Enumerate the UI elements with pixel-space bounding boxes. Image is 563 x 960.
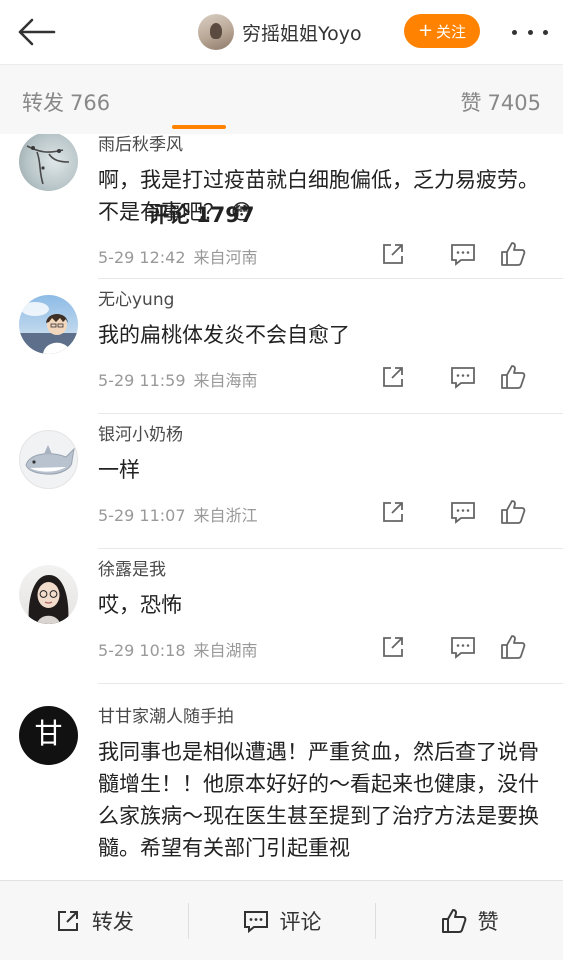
comment-item: 甘 甘甘家潮人随手拍 我同事也是相似遭遇！严重贫血，然后查了说骨髓增生！！他原本… — [0, 684, 563, 880]
like-button[interactable] — [499, 363, 527, 391]
tab-repost-label: 转发 — [22, 91, 64, 115]
commenter-avatar[interactable] — [19, 565, 78, 624]
commenter-avatar[interactable] — [19, 430, 78, 489]
commenter-avatar[interactable]: 甘 — [19, 706, 78, 765]
anime-boy-icon — [19, 302, 78, 354]
comment-icon — [451, 367, 475, 389]
commenter-avatar[interactable] — [19, 134, 78, 191]
comment-icon — [243, 910, 268, 933]
comment-time: 5-29 10:18 — [98, 641, 186, 660]
comment-meta: 5-29 11:07 来自浙江 — [98, 494, 545, 534]
comment-list[interactable]: 雨后秋季风 啊，我是打过疫苗就白细胞偏低，乏力易疲劳。不是有事吧？ 😳 5-29… — [0, 134, 563, 880]
comment-time: 5-29 11:59 — [98, 371, 186, 390]
logo-avatar-icon: 甘 — [34, 717, 62, 750]
thumbs-up-icon — [501, 635, 526, 659]
comment-text: 一样 — [98, 458, 140, 482]
comment-meta-text: 5-29 11:07 来自浙江 — [98, 502, 258, 526]
repost-button[interactable]: 转发 — [0, 881, 188, 960]
tab-likes-count: 7405 — [487, 91, 541, 115]
comment-text: 啊，我是打过疫苗就白细胞偏低，乏力易疲劳。不是有事吧？ 😳 — [98, 164, 545, 228]
active-tab-indicator — [172, 125, 226, 129]
back-arrow-icon — [18, 18, 56, 46]
follow-button[interactable]: + 关注 — [404, 14, 480, 48]
author-avatar[interactable] — [198, 14, 234, 50]
top-bar: 穷摇姐姐Yoyo + 关注 — [0, 0, 563, 64]
thumbs-up-icon — [441, 908, 467, 933]
thumbs-up-icon — [501, 242, 526, 266]
like-button[interactable] — [499, 498, 527, 526]
avatar-glyph: 甘 — [34, 717, 62, 750]
comment-location: 来自湖南 — [193, 641, 258, 660]
bottom-action-bar: 转发 评论 赞 — [0, 880, 563, 960]
flushed-face-emoji: 😳 — [230, 200, 253, 224]
share-icon — [57, 910, 78, 931]
comment-button[interactable]: 评论 — [187, 881, 376, 960]
more-dots-icon — [512, 29, 517, 35]
follow-label: 关注 — [436, 22, 467, 41]
thumbs-up-icon — [501, 365, 526, 389]
author-name[interactable]: 穷摇姐姐Yoyo — [242, 19, 362, 46]
comment-location: 来自浙江 — [193, 506, 258, 525]
comment-icon — [451, 244, 475, 266]
comment-location: 来自海南 — [193, 371, 258, 390]
comment-time: 5-29 11:07 — [98, 506, 186, 525]
comment-icon — [451, 502, 475, 524]
comment-text: 哎，恐怖 — [98, 593, 182, 617]
comment-meta: 5-29 11:59 来自海南 — [98, 359, 545, 399]
tab-repost-count: 766 — [70, 91, 111, 115]
comment-text: 我的扁桃体发炎不会自愈了 — [98, 323, 350, 347]
comment-text-body: 啊，我是打过疫苗就白细胞偏低，乏力易疲劳。不是有事吧？ — [98, 168, 539, 224]
like-label: 赞 — [477, 909, 499, 934]
commenter-name[interactable]: 无心yung — [98, 289, 545, 311]
reply-button[interactable] — [351, 240, 475, 268]
repost-label: 转发 — [91, 909, 134, 934]
commenter-name[interactable]: 银河小奶杨 — [98, 424, 545, 446]
shark-plush-icon — [25, 445, 75, 475]
tab-bar: 转发 766 评论 1797 赞 7405 — [0, 64, 563, 227]
comment-location: 来自河南 — [193, 248, 258, 267]
comment-time: 5-29 12:42 — [98, 248, 186, 267]
post-author[interactable]: 穷摇姐姐Yoyo — [198, 14, 362, 50]
thumbs-up-icon — [501, 500, 526, 524]
reply-button[interactable] — [351, 498, 475, 526]
like-button[interactable] — [499, 240, 527, 268]
more-button[interactable] — [508, 18, 552, 46]
reply-button[interactable] — [351, 363, 475, 391]
comment-icon — [451, 637, 475, 659]
tab-repost[interactable]: 转发 766 — [22, 87, 110, 117]
back-button[interactable] — [14, 14, 58, 50]
tab-likes-label: 赞 — [460, 91, 482, 115]
commenter-name[interactable]: 雨后秋季风 — [98, 134, 545, 156]
comment-meta: 5-29 12:42 来自河南 — [98, 236, 545, 276]
comment-item: 雨后秋季风 啊，我是打过疫苗就白细胞偏低，乏力易疲劳。不是有事吧？ 😳 5-29… — [0, 134, 563, 279]
comment-label: 评论 — [279, 909, 322, 934]
commenter-name[interactable]: 徐露是我 — [98, 559, 545, 581]
comment-item: 无心yung 我的扁桃体发炎不会自愈了 5-29 11:59 来自海南 — [0, 279, 563, 414]
more-dot — [543, 29, 548, 35]
branch-painting-icon — [26, 145, 70, 185]
like-button[interactable] — [499, 633, 527, 661]
comment-item: 银河小奶杨 一样 5-29 11:07 来自浙江 — [0, 414, 563, 549]
comment-meta: 5-29 10:18 来自湖南 — [98, 629, 545, 669]
plus-icon: + — [417, 20, 434, 41]
more-dot — [527, 29, 533, 35]
woman-portrait-icon — [28, 575, 69, 624]
commenter-name[interactable]: 甘甘家潮人随手拍 — [98, 706, 545, 728]
comment-meta-text: 5-29 10:18 来自湖南 — [98, 637, 258, 661]
comment-meta-text: 5-29 11:59 来自海南 — [98, 367, 258, 391]
commenter-avatar[interactable] — [19, 295, 78, 354]
like-button[interactable]: 赞 — [375, 881, 563, 960]
comment-item: 徐露是我 哎，恐怖 5-29 10:18 来自湖南 — [0, 549, 563, 684]
comment-text: 我同事也是相似遭遇！严重贫血，然后查了说骨髓增生！！他原本好好的～看起来也健康，… — [98, 740, 539, 860]
reply-button[interactable] — [351, 633, 475, 661]
tab-likes[interactable]: 赞 7405 — [461, 87, 541, 117]
comment-meta-text: 5-29 12:42 来自河南 — [98, 244, 258, 268]
